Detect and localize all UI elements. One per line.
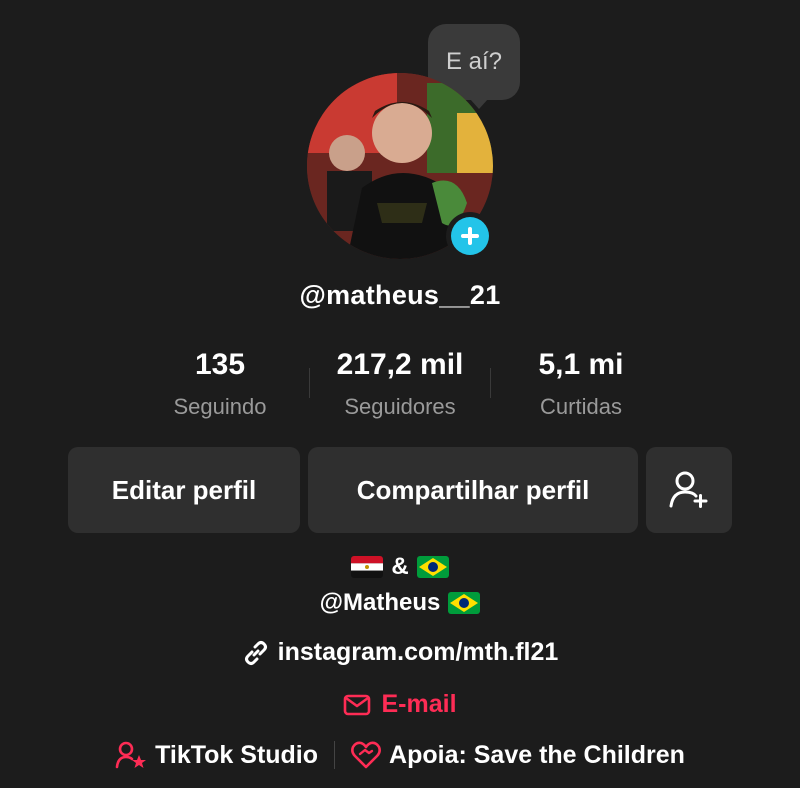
- profile-shortcuts: TikTok Studio Apoia: Save the Children: [0, 740, 800, 770]
- bio-handle: @Matheus: [319, 589, 441, 616]
- stat-divider: [309, 368, 310, 398]
- add-user-icon: [669, 471, 708, 508]
- bio-link[interactable]: instagram.com/mth.fl21: [0, 638, 800, 667]
- mail-icon: [344, 694, 371, 715]
- brazil-flag-icon: [416, 556, 449, 578]
- username: @matheus__21: [299, 280, 501, 310]
- following-label: Seguindo: [173, 394, 267, 419]
- stat-following[interactable]: 135 Seguindo: [135, 348, 305, 420]
- likes-count: 5,1 mi: [538, 348, 624, 381]
- user-star-icon: [115, 741, 147, 769]
- plus-icon: [461, 227, 479, 245]
- shortcut-divider: [334, 741, 336, 769]
- stat-followers[interactable]: 217,2 mil Seguidores: [315, 348, 485, 420]
- charity-link[interactable]: Apoia: Save the Children: [351, 741, 685, 770]
- note-bubble-text: E aí?: [445, 48, 503, 75]
- tiktok-studio-label: TikTok Studio: [155, 740, 319, 769]
- bio-line-flags: &: [0, 553, 800, 581]
- share-profile-button[interactable]: Compartilhar perfil: [308, 447, 638, 533]
- edit-profile-button[interactable]: Editar perfil: [68, 447, 300, 533]
- followers-label: Seguidores: [344, 394, 456, 419]
- share-profile-label: Compartilhar perfil: [356, 474, 590, 505]
- brazil-flag-icon: [448, 592, 481, 614]
- heart-handshake-icon: [351, 741, 381, 769]
- stat-likes[interactable]: 5,1 mi Curtidas: [496, 348, 666, 420]
- charity-label: Apoia: Save the Children: [389, 740, 685, 769]
- email-button[interactable]: E-mail: [0, 690, 800, 719]
- bio-ampersand: &: [391, 553, 409, 580]
- edit-profile-label: Editar perfil: [111, 474, 257, 505]
- bio-link-text: instagram.com/mth.fl21: [277, 638, 559, 666]
- bio-line-handle: @Matheus: [0, 589, 800, 617]
- stat-divider: [490, 368, 491, 398]
- egypt-flag-icon: [351, 556, 384, 578]
- followers-count: 217,2 mil: [336, 348, 464, 381]
- likes-label: Curtidas: [540, 394, 622, 419]
- add-story-button[interactable]: [446, 212, 494, 260]
- following-count: 135: [194, 348, 246, 381]
- link-icon: [244, 640, 267, 665]
- email-label: E-mail: [381, 690, 457, 718]
- add-friend-button[interactable]: [646, 447, 732, 533]
- tiktok-studio-link[interactable]: TikTok Studio: [115, 740, 318, 770]
